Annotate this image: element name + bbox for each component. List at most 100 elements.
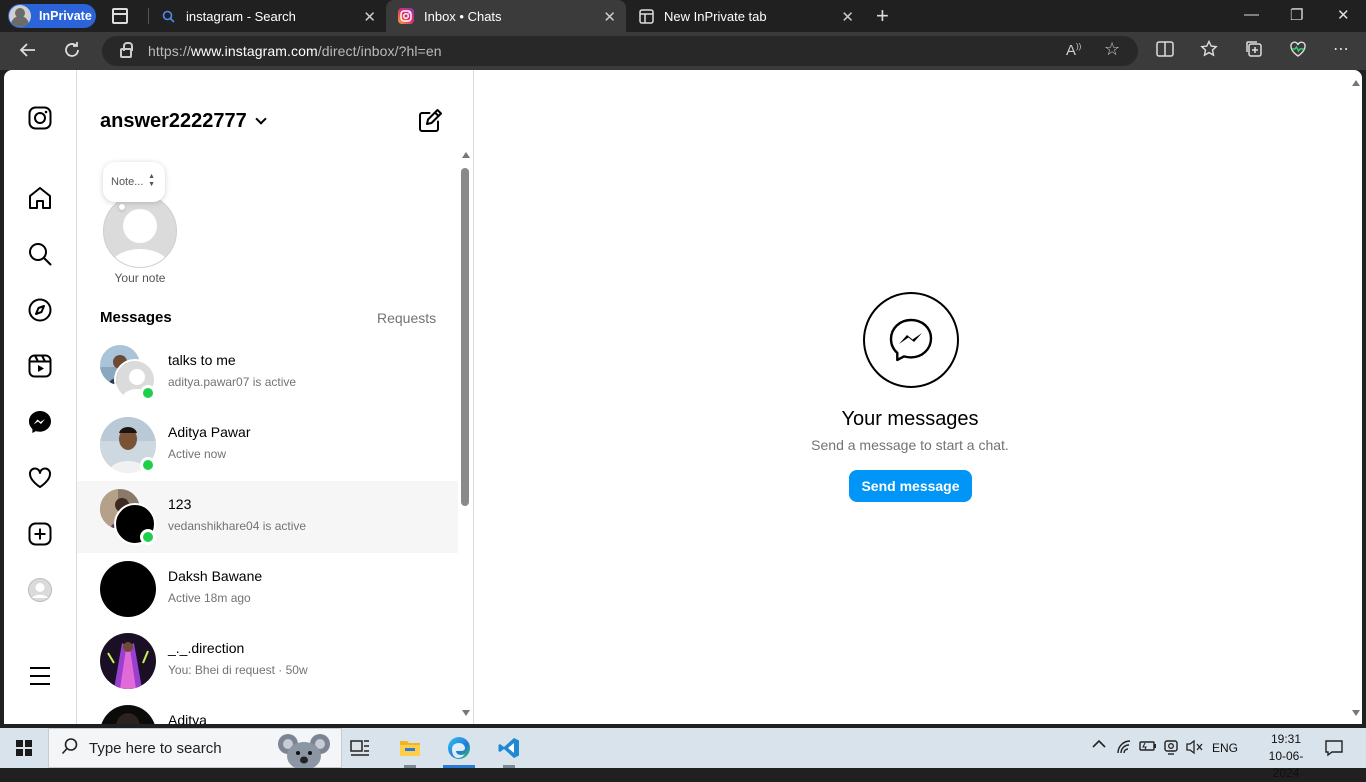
explore-icon[interactable]: [26, 296, 54, 324]
windows-start-icon[interactable]: [16, 740, 32, 756]
webcam-icon[interactable]: [1163, 739, 1179, 758]
thread-item-aditya-pawar[interactable]: Aditya Pawar Active now: [77, 409, 458, 481]
task-view-icon[interactable]: [338, 728, 382, 768]
close-tab-icon[interactable]: ✕: [603, 8, 616, 26]
settings-more-icon[interactable]: ⋯: [1333, 39, 1349, 59]
thread-item-daksh-bawane[interactable]: Daksh Bawane Active 18m ago: [77, 553, 458, 625]
collections-icon[interactable]: [1245, 40, 1263, 63]
close-window-icon[interactable]: ✕: [1337, 6, 1350, 24]
your-note-avatar[interactable]: [103, 194, 177, 268]
browser-toolbar: https://www.instagram.com/direct/inbox/?…: [0, 32, 1366, 70]
profile-avatar[interactable]: [26, 576, 54, 604]
thread-item-123[interactable]: 123 vedanshikhare04 is active: [77, 481, 458, 553]
url-text: https://www.instagram.com/direct/inbox/?…: [148, 43, 442, 59]
username-label: answer2222777: [100, 110, 247, 132]
online-indicator: [140, 457, 156, 473]
compose-icon[interactable]: [417, 108, 443, 134]
favorites-icon[interactable]: [1200, 39, 1218, 63]
menu-icon[interactable]: [26, 662, 54, 690]
inprivate-profile-button[interactable]: InPrivate: [8, 4, 96, 28]
thread-item-aditya[interactable]: Aditya: [77, 697, 458, 724]
close-tab-icon[interactable]: ✕: [363, 8, 376, 26]
tab-inbox-chats[interactable]: Inbox • Chats ✕: [386, 0, 626, 32]
thread-item-talks-to-me[interactable]: talks to me aditya.pawar07 is active: [77, 337, 458, 409]
inbox-panel: answer2222777 Note... ▲ ▼ Your note Messa…: [77, 70, 474, 724]
wifi-icon[interactable]: [1116, 740, 1132, 757]
page-scroll-down-icon[interactable]: [1352, 710, 1360, 716]
close-tab-icon[interactable]: ✕: [841, 8, 854, 26]
back-arrow-icon[interactable]: [18, 40, 38, 65]
volume-muted-icon[interactable]: [1186, 739, 1204, 758]
split-screen-icon[interactable]: [1156, 40, 1174, 63]
browser-essentials-icon[interactable]: [1289, 40, 1307, 63]
requests-link[interactable]: Requests: [377, 310, 436, 326]
thread-item-direction[interactable]: _._.direction You: Bhei di request · 50w: [77, 625, 458, 697]
instagram-logo-icon[interactable]: [26, 104, 54, 132]
tab-new-inprivate[interactable]: New InPrivate tab ✕: [626, 0, 864, 32]
scroll-up-arrow-icon[interactable]: [462, 152, 470, 158]
empty-state-title: Your messages: [841, 408, 979, 430]
messenger-icon[interactable]: [26, 408, 54, 436]
instagram-favicon-icon: [398, 8, 414, 24]
instagram-page: answer2222777 Note... ▲ ▼ Your note Messa…: [4, 70, 1362, 724]
scroll-thumb[interactable]: [461, 168, 469, 506]
browser-tab-strip: InPrivate instagram - Search ✕ Inbox • C…: [0, 0, 1366, 32]
note-stepper-icon: ▲ ▼: [148, 173, 155, 188]
notifications-icon[interactable]: [1325, 739, 1343, 760]
conversation-panel: Your messages Send a message to start a …: [474, 70, 1362, 724]
send-message-button[interactable]: Send message: [849, 470, 972, 502]
thread-status: Active now: [168, 447, 227, 461]
windows-taskbar: Type here to search ENG 19:31 10-06-2024: [0, 728, 1366, 780]
page-scroll-up-icon[interactable]: [1352, 80, 1360, 86]
address-bar[interactable]: https://www.instagram.com/direct/inbox/?…: [102, 36, 1138, 66]
note-bubble[interactable]: Note... ▲ ▼: [103, 162, 165, 202]
tab-actions-icon[interactable]: [112, 8, 128, 24]
heart-icon[interactable]: [26, 464, 54, 492]
show-hidden-icons-chevron-icon[interactable]: [1092, 738, 1106, 752]
edge-browser-icon[interactable]: [437, 728, 481, 768]
group-avatar: [100, 345, 156, 401]
reels-icon[interactable]: [26, 352, 54, 380]
language-indicator[interactable]: ENG: [1212, 741, 1238, 755]
avatar-photo: [100, 633, 156, 689]
chevron-down-icon: [255, 112, 267, 125]
note-placeholder: Note...: [111, 176, 144, 188]
user-avatar: [100, 705, 156, 724]
profile-avatar-icon: [9, 5, 31, 27]
thread-name: _._.direction: [168, 640, 245, 656]
taskbar-clock[interactable]: 19:31 10-06-2024: [1256, 731, 1316, 782]
search-icon: [61, 737, 79, 759]
group-avatar: [100, 489, 156, 545]
avatar-photo: [100, 705, 156, 724]
read-aloud-icon[interactable]: A)): [1066, 42, 1081, 59]
thread-name: Aditya: [168, 712, 207, 724]
vscode-icon[interactable]: [487, 728, 531, 768]
thread-name: talks to me: [168, 352, 236, 368]
home-icon[interactable]: [26, 184, 54, 212]
thread-status: Active 18m ago: [168, 591, 251, 605]
instagram-sidebar: [4, 70, 77, 724]
scroll-down-arrow-icon[interactable]: [462, 710, 470, 716]
tab-instagram-search[interactable]: instagram - Search ✕: [148, 0, 386, 32]
messenger-icon: [863, 292, 959, 388]
minimize-icon[interactable]: —: [1244, 6, 1259, 23]
file-explorer-icon[interactable]: [388, 728, 432, 768]
your-note-label: Your note: [114, 271, 166, 285]
refresh-icon[interactable]: [62, 40, 82, 65]
search-icon: [160, 8, 176, 24]
user-avatar: [100, 561, 156, 617]
new-tab-button[interactable]: +: [876, 3, 889, 29]
battery-icon[interactable]: [1139, 740, 1157, 755]
inbox-scrollbar[interactable]: [459, 150, 473, 724]
thread-status: aditya.pawar07 is active: [168, 375, 297, 389]
lock-icon[interactable]: [120, 42, 133, 58]
account-switcher[interactable]: answer2222777: [100, 110, 267, 133]
restore-icon[interactable]: ❐: [1290, 6, 1303, 24]
search-placeholder: Type here to search: [89, 739, 222, 757]
favorite-star-icon[interactable]: ☆: [1104, 39, 1120, 60]
create-icon[interactable]: [26, 520, 54, 548]
online-indicator: [140, 529, 156, 545]
search-highlight-koala-icon[interactable]: [270, 730, 338, 770]
search-icon[interactable]: [26, 240, 54, 268]
tab-divider: [148, 8, 149, 24]
